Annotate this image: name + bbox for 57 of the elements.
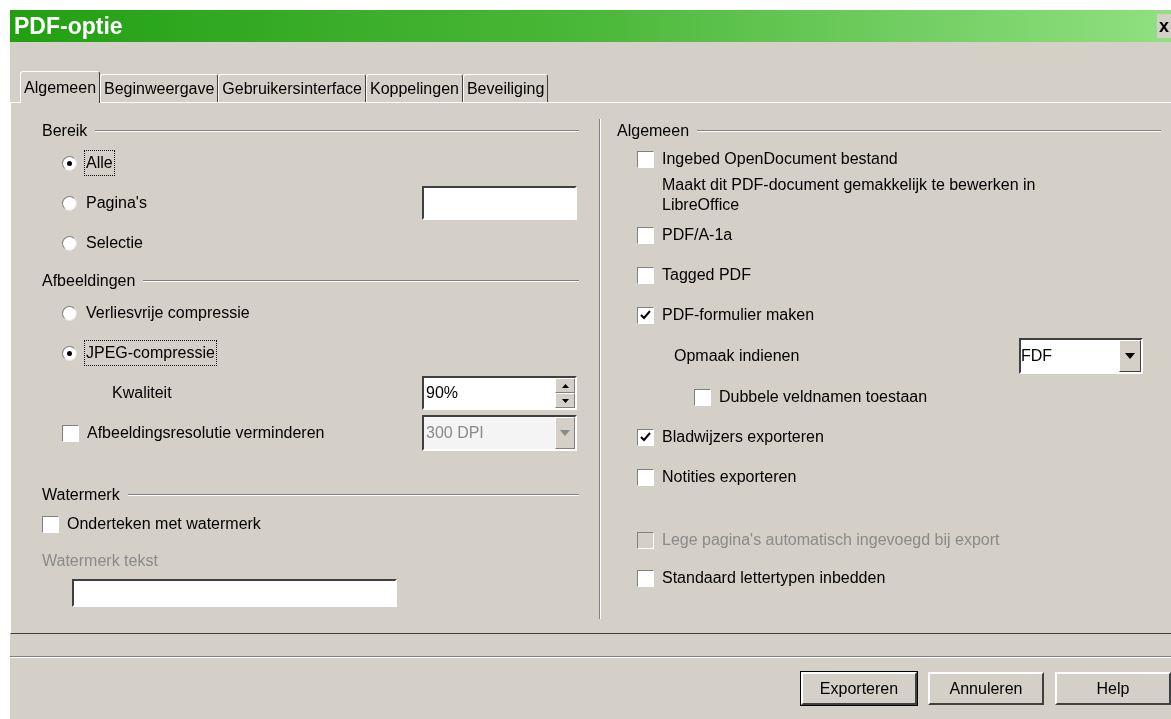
checkbox[interactable] [694, 388, 711, 406]
tab[interactable]: Algemeen [20, 71, 101, 103]
spin-down-icon[interactable] [555, 393, 575, 408]
checkmark-icon [640, 431, 651, 443]
radio-button[interactable] [62, 195, 77, 211]
submit-format-dropdown[interactable]: FDF [1019, 338, 1143, 374]
checkbox[interactable] [637, 226, 654, 244]
checkbox-label: Onderteken met watermerk [67, 514, 261, 534]
pages-field[interactable] [422, 186, 577, 220]
resolution-value: 300 DPI [425, 423, 485, 443]
section-heading: Afbeeldingen [42, 271, 136, 291]
radio-label: Pagina's [85, 193, 148, 213]
radio-label: Alle [85, 151, 114, 175]
dialog-button[interactable]: Exporteren [801, 672, 917, 705]
tab[interactable]: Gebruikersinterface [218, 74, 366, 102]
checkbox[interactable] [637, 150, 654, 168]
radio-button[interactable] [62, 345, 77, 361]
checkbox-label: Notities exporteren [662, 467, 797, 487]
checkbox-label: Afbeeldingsresolutie verminderen [87, 423, 325, 443]
checkbox-label: Ingebed OpenDocument bestand [662, 149, 898, 169]
tab[interactable]: Beginweergave [100, 74, 219, 102]
checkbox[interactable] [637, 306, 654, 324]
checkbox[interactable] [637, 428, 654, 446]
spin-up-icon[interactable] [555, 378, 575, 393]
checkbox[interactable] [637, 569, 654, 587]
tab[interactable]: Koppelingen [365, 74, 463, 102]
close-button[interactable]: x [1157, 14, 1171, 38]
radio-label: Verliesvrije compressie [85, 303, 251, 323]
window-title: PDF-optie [14, 11, 123, 41]
section-heading: Algemeen [617, 121, 690, 141]
quality-label: Kwaliteit [111, 383, 172, 403]
radio-label: JPEG-compressie [85, 341, 216, 365]
checkbox[interactable] [637, 468, 654, 486]
description-text: Maakt dit PDF-document gemakkelijk te bewerken in LibreOffice [661, 175, 1037, 215]
dropdown-value: FDF [1021, 346, 1054, 366]
radio-button[interactable] [62, 235, 77, 251]
checkbox[interactable] [637, 266, 654, 284]
quality-spinner[interactable]: 90% [422, 376, 577, 410]
radio-button[interactable] [62, 305, 77, 321]
section-heading: Watermerk [42, 485, 120, 505]
radio-label: Selectie [85, 233, 144, 253]
checkbox-label: Tagged PDF [662, 265, 751, 285]
dialog-button[interactable]: Annuleren [928, 672, 1044, 705]
section-heading: Bereik [42, 121, 88, 141]
checkbox-label: Standaard lettertypen inbedden [662, 568, 886, 588]
checkbox-label: Bladwijzers exporteren [662, 427, 824, 447]
tab[interactable]: Beveiliging [462, 74, 549, 102]
radio-button[interactable] [62, 155, 77, 171]
quality-value: 90% [425, 383, 460, 403]
dropdown-label: Opmaak indienen [674, 346, 800, 366]
dialog-button[interactable]: Help [1055, 672, 1171, 705]
watermark-text-label: Watermerk tekst [42, 551, 158, 571]
checkbox-label: PDF-formulier maken [662, 305, 815, 325]
checkbox-label: Lege pagina's automatisch ingevoegd bij export [662, 530, 1000, 550]
checkmark-icon [640, 309, 651, 321]
checkbox-label: Dubbele veldnamen toestaan [719, 387, 928, 407]
checkbox-label: PDF/A-1a [662, 225, 733, 245]
